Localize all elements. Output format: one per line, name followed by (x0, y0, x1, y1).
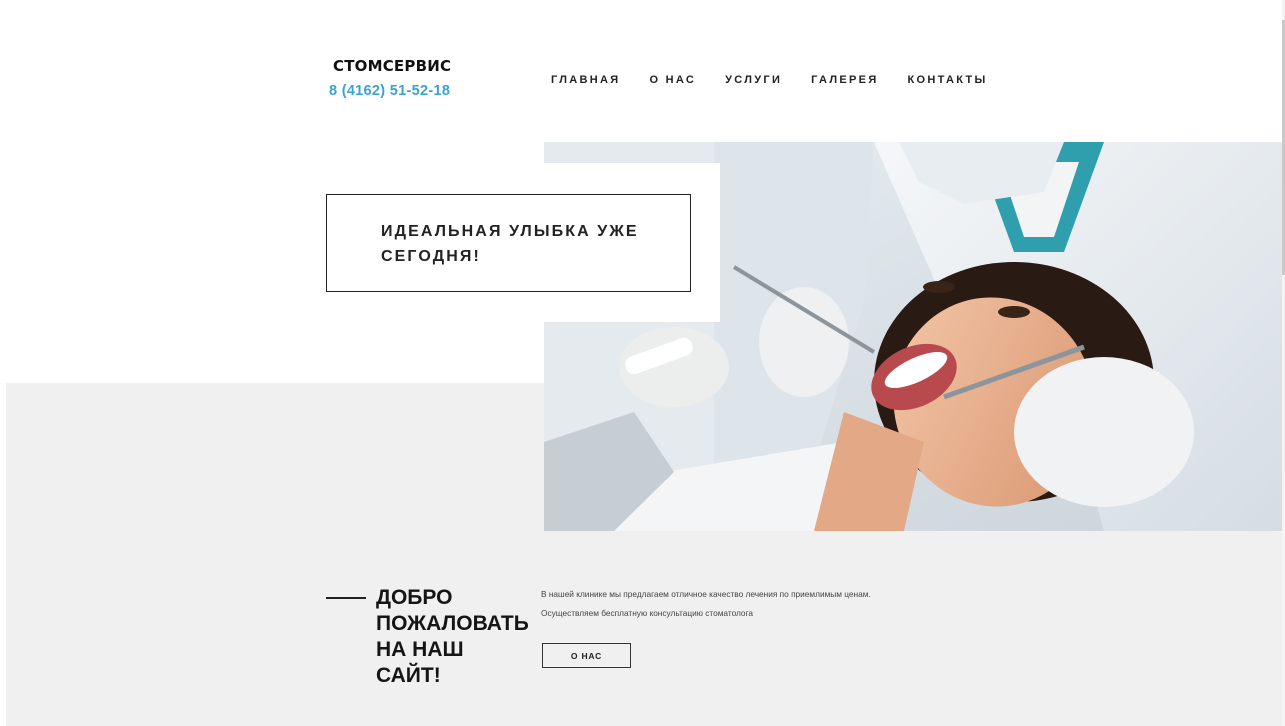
hero-tagline: ИДЕАЛЬНАЯ УЛЫБКА УЖЕ СЕГОДНЯ! (381, 219, 690, 269)
about-text-line1: В нашей клинике мы предлагаем отличное к… (541, 589, 871, 599)
about-description: В нашей клинике мы предлагаем отличное к… (541, 589, 871, 618)
welcome-heading-line3: НА НАШ (376, 638, 464, 661)
hero-tagline-box: ИДЕАЛЬНАЯ УЛЫБКА УЖЕ СЕГОДНЯ! (326, 194, 691, 292)
welcome-heading-line2: ПОЖАЛОВАТЬ (376, 612, 529, 635)
hero-tagline-line1: ИДЕАЛЬНАЯ УЛЫБКА УЖЕ (381, 223, 639, 240)
welcome-heading-line1: ДОБРО (376, 586, 453, 609)
nav-item-gallery[interactable]: ГАЛЕРЕЯ (811, 74, 878, 86)
header-phone[interactable]: 8 (4162) 51-52-18 (329, 83, 450, 99)
nav-item-contacts[interactable]: КОНТАКТЫ (908, 74, 988, 86)
welcome-heading-line4: САЙТ! (376, 664, 441, 687)
nav-item-home[interactable]: ГЛАВНАЯ (551, 74, 620, 86)
heading-dash-divider (326, 597, 366, 599)
welcome-heading: ДОБРО ПОЖАЛОВАТЬ НА НАШ САЙТ! (376, 585, 541, 689)
about-text-line2: Осуществляем бесплатную консультацию сто… (541, 608, 754, 618)
hero-tagline-line2: СЕГОДНЯ! (381, 248, 481, 265)
nav-item-services[interactable]: УСЛУГИ (725, 74, 782, 86)
nav-item-about[interactable]: О НАС (649, 74, 696, 86)
about-button[interactable]: О НАС (542, 643, 631, 668)
main-nav: ГЛАВНАЯ О НАС УСЛУГИ ГАЛЕРЕЯ КОНТАКТЫ (551, 74, 988, 86)
site-logo-text[interactable]: СТОМСЕРВИС (333, 57, 451, 75)
